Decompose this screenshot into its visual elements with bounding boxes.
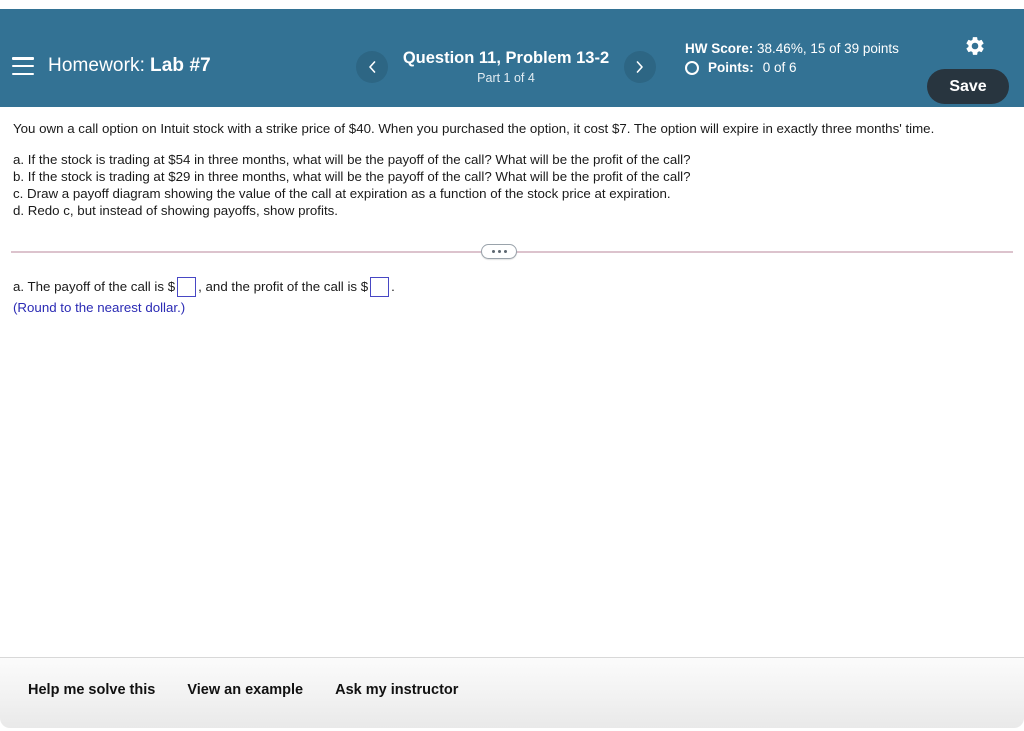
help-links-group: Help me solve this View an example Ask m… (28, 682, 458, 698)
answer-text-middle: , and the profit of the call is $ (198, 279, 369, 294)
gear-icon (966, 37, 984, 55)
section-divider (0, 244, 1024, 260)
ellipsis-dot-2 (497, 250, 501, 253)
assignment-title: Homework: Lab #7 (48, 55, 211, 77)
score-summary: HW Score: 38.46%, 15 of 39 points Points… (685, 40, 935, 75)
chevron-left-icon (369, 61, 376, 73)
hamburger-bar-2 (12, 64, 34, 68)
ellipsis-dot-3 (503, 250, 507, 253)
hw-score-label: HW Score: (685, 41, 754, 56)
question-part-b: b. If the stock is trading at $29 in thr… (13, 169, 691, 184)
collapse-question-button[interactable] (481, 244, 517, 259)
settings-button[interactable] (962, 33, 988, 59)
question-part: Part 1 of 4 (477, 71, 535, 85)
view-an-example-button[interactable]: View an example (187, 682, 303, 698)
app-window: Homework: Lab #7 Question 11, Problem 13-… (0, 0, 1024, 731)
answer-text-before: a. The payoff of the call is $ (13, 279, 176, 294)
top-white-strip (0, 0, 1024, 9)
save-button[interactable]: Save (927, 69, 1009, 104)
points-status-icon (685, 60, 699, 75)
question-label-group: Question 11, Problem 13-2 Part 1 of 4 (398, 49, 614, 85)
question-navigator: Question 11, Problem 13-2 Part 1 of 4 (356, 39, 656, 95)
question-parts-list: a. If the stock is trading at $54 in thr… (13, 151, 1003, 219)
profit-input[interactable] (370, 277, 390, 297)
ellipsis-dot-1 (491, 250, 495, 253)
points-row: Points: 0 of 6 (685, 60, 935, 75)
question-part-c: c. Draw a payoff diagram showing the val… (13, 186, 671, 201)
bottom-toolbar: Help me solve this View an example Ask m… (0, 657, 1024, 728)
question-content: You own a call option on Intuit stock wi… (0, 107, 1024, 708)
question-part-a: a. If the stock is trading at $54 in thr… (13, 152, 691, 167)
assignment-name: Lab #7 (149, 55, 211, 76)
app-header: Homework: Lab #7 Question 11, Problem 13-… (0, 9, 1024, 107)
hamburger-icon[interactable] (12, 57, 34, 75)
points-label: Points: (708, 60, 754, 75)
help-me-solve-this-button[interactable]: Help me solve this (28, 682, 155, 698)
previous-question-button[interactable] (356, 51, 388, 83)
assignment-label: Homework: (48, 55, 145, 76)
answer-text-after: . (391, 279, 395, 294)
question-part-d: d. Redo c, but instead of showing payoff… (13, 203, 338, 218)
ask-my-instructor-button[interactable]: Ask my instructor (335, 682, 458, 698)
answer-line-a: a. The payoff of the call is $ , and the… (13, 277, 813, 297)
question-prompt: You own a call option on Intuit stock wi… (13, 121, 935, 136)
chevron-right-icon (636, 61, 643, 73)
rounding-instruction: (Round to the nearest dollar.) (13, 300, 186, 315)
payoff-input[interactable] (177, 277, 197, 297)
hamburger-bar-3 (12, 72, 34, 75)
points-value: 0 of 6 (762, 60, 797, 75)
hw-score-row: HW Score: 38.46%, 15 of 39 points (685, 40, 935, 58)
answer-section: a. The payoff of the call is $ , and the… (13, 277, 813, 315)
question-title: Question 11, Problem 13-2 (402, 49, 610, 67)
next-question-button[interactable] (624, 51, 656, 83)
hamburger-bar-1 (12, 57, 34, 60)
hw-score-value: 38.46%, 15 of 39 points (757, 41, 899, 56)
